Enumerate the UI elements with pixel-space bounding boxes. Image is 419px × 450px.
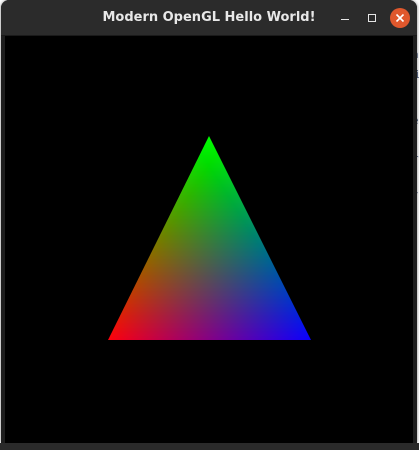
desktop: a i e r / Modern OpenGL Hello World! [0,0,419,450]
maximize-icon [368,14,376,22]
minimize-button[interactable] [335,8,355,28]
desktop-bottom-strip [0,443,419,450]
maximize-button[interactable] [362,8,382,28]
close-icon [395,13,405,23]
triangle-render [5,36,413,443]
opengl-canvas[interactable] [5,36,413,443]
title-bar[interactable]: Modern OpenGL Hello World! [1,0,417,36]
minimize-icon [341,18,349,20]
app-window[interactable]: Modern OpenGL Hello World! [1,0,417,443]
close-button[interactable] [390,8,410,28]
